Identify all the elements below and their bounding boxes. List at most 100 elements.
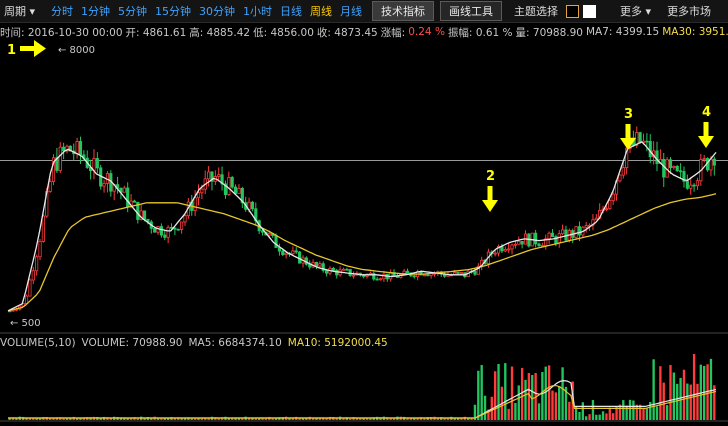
candle-body [695,180,700,187]
candle-body [237,187,241,194]
candle-body [668,159,673,169]
volume-bar [406,418,409,420]
candle-body [426,274,430,277]
candle-body [35,256,39,272]
candle-body [351,274,356,277]
candle-body [513,243,517,246]
volume-bar [551,390,554,420]
candle-body [58,146,62,171]
candle-body [62,146,66,152]
volume-bar [79,418,82,420]
volume-bar [608,407,611,420]
candle-body [709,158,713,171]
volume-bar [554,392,558,420]
volume-bar [625,405,628,420]
volume-bar [520,367,524,420]
volume-bar [709,358,713,420]
candle-body [645,140,649,143]
annotation-arrow-3-shaft [625,124,631,140]
volume-bar [689,384,692,420]
candle-body [41,215,45,242]
candle-body [459,272,464,274]
volume-bar [544,366,547,420]
candle-body [507,248,511,251]
volume-bar [48,418,52,420]
volume-bar [231,418,234,420]
volume-bar [605,413,608,420]
volume-bar [682,369,686,420]
volume-bar [349,418,352,420]
volume-bar [659,366,662,420]
candle-body [473,271,477,275]
ma30-line [7,193,717,312]
annotation-arrow-2-shaft [487,186,493,202]
candle-body [594,217,598,221]
volume-bar [109,418,113,420]
candle-body [537,243,541,246]
candle-body [345,268,349,271]
candle-body [510,244,514,250]
annotation-arrow-4-label: 4 [702,105,711,120]
candle-body [412,275,416,278]
candle-body [574,226,578,238]
candle-body [493,252,497,255]
candle-body [648,140,652,158]
candle-body [183,215,187,223]
candle-body [547,232,551,240]
volume-bar [676,383,679,420]
candle-body [375,278,379,281]
candle-body [517,240,521,245]
volume-bar [601,411,605,420]
annotation-arrow-3-label: 3 [624,107,633,122]
candle-body [75,141,79,155]
volume-bar [642,408,645,420]
volume-bar [291,418,295,420]
candle-body [662,158,666,178]
volume-bar [588,414,591,420]
candle-body [348,269,352,277]
volume-bar [686,383,689,420]
volume-bar [190,418,193,420]
volume-bar [655,406,659,420]
volume-bar [696,383,699,420]
volume-bar [632,400,635,420]
annotation-arrow-2 [482,200,498,212]
candle-body [331,267,335,271]
volume-bar [311,418,315,420]
volume-bar [645,408,649,420]
candlestick-chart[interactable]: ← 8000 ← 500 1 2 3 4 [0,0,728,426]
candle-body [274,235,278,248]
candle-body [196,192,201,199]
candle-body [712,158,716,166]
volume-bar [467,418,470,420]
candle-body [503,248,507,252]
candle-body [95,158,99,169]
candle-body [294,250,298,253]
candle-body [534,232,538,245]
volume-bar [578,411,581,420]
candle-body [180,221,184,230]
volume-bar [217,418,220,420]
volume-bar [669,364,672,420]
candle-body [159,226,163,236]
volume-bar [585,416,588,420]
volume-bar [497,363,500,420]
volume-bar [413,418,416,420]
volume-bar [65,418,69,420]
candle-body [173,227,177,230]
candle-body [267,232,271,236]
candle-body [31,270,35,281]
candle-body [608,200,612,210]
candle-body [153,227,157,233]
volume-bar [156,418,160,420]
ma7-line [7,141,717,312]
candle-body [520,240,524,245]
candle-body [341,268,346,271]
candle-body [685,180,689,189]
volume-bar [362,418,365,420]
candle-body [325,270,329,274]
candle-body [176,228,180,231]
volume-bar [692,353,696,420]
volume-bar [638,404,642,420]
volume-bar [517,385,520,420]
